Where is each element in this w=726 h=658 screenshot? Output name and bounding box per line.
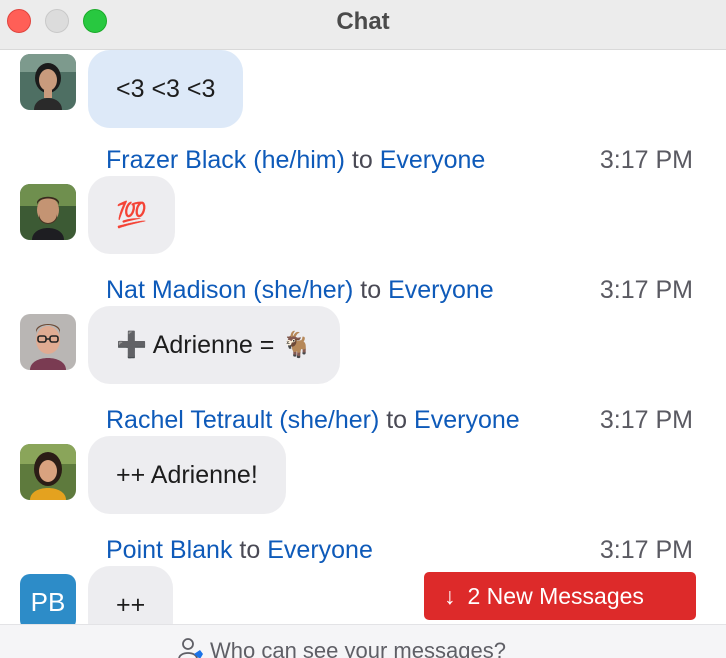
- avatar: PB: [20, 574, 76, 624]
- arrow-down-icon: ↓: [444, 583, 456, 609]
- avatar: [20, 444, 76, 500]
- message-header: Nat Madison (she/her) to Everyone 3:17 P…: [106, 276, 693, 304]
- new-messages-label: 2 New Messages: [467, 583, 644, 609]
- recipient-name[interactable]: Everyone: [267, 536, 373, 564]
- title-bar: Chat: [0, 0, 726, 50]
- sender-name[interactable]: Frazer Black (he/him): [106, 146, 345, 174]
- message-header: Point Blank to Everyone 3:17 PM: [106, 536, 693, 564]
- message-bubble: 💯: [88, 176, 176, 254]
- sender-name[interactable]: Nat Madison (she/her): [106, 276, 353, 304]
- recipient-name[interactable]: Everyone: [388, 276, 494, 304]
- sender-name[interactable]: Rachel Tetrault (she/her): [106, 406, 379, 434]
- message-bubble: ++: [88, 566, 174, 624]
- person-icon: [178, 637, 204, 658]
- chat-message-list[interactable]: <3 <3 <3 Frazer Black (he/him) to Everyo…: [0, 50, 726, 624]
- message-time: 3:17 PM: [599, 536, 693, 564]
- message-time: 3:17 PM: [599, 276, 693, 304]
- message-time: 3:17 PM: [599, 406, 693, 434]
- message-header: Frazer Black (he/him) to Everyone 3:17 P…: [106, 146, 693, 174]
- message-bubble: <3 <3 <3: [88, 50, 244, 128]
- window-title: Chat: [336, 8, 390, 35]
- message-bubble: ➕ Adrienne = 🐐: [88, 306, 341, 384]
- avatar: [20, 314, 76, 370]
- who-can-see-label: Who can see your messages?: [210, 638, 506, 658]
- chat-footer: Who can see your messages?: [0, 624, 726, 658]
- message-header: Rachel Tetrault (she/her) to Everyone 3:…: [106, 406, 693, 434]
- sender-name[interactable]: Point Blank: [106, 536, 232, 564]
- message-time: 3:17 PM: [599, 146, 693, 174]
- avatar: [20, 184, 76, 240]
- new-messages-button[interactable]: ↓ 2 New Messages: [424, 572, 696, 620]
- avatar: [20, 54, 76, 110]
- who-can-see-link[interactable]: Who can see your messages?: [178, 637, 506, 658]
- message-bubble: ++ Adrienne!: [88, 436, 286, 514]
- recipient-name[interactable]: Everyone: [414, 406, 520, 434]
- recipient-name[interactable]: Everyone: [380, 146, 486, 174]
